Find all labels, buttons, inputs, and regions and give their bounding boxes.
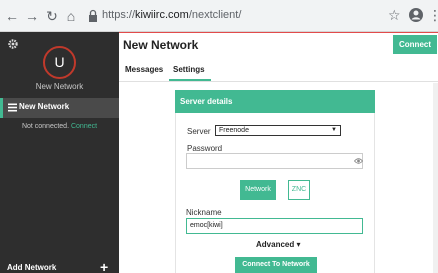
- sidebar: U New Network New Network Not connected.…: [0, 32, 119, 273]
- add-network-button[interactable]: Add Network +: [0, 259, 119, 273]
- eye-icon[interactable]: [354, 157, 363, 165]
- avatar[interactable]: U: [43, 46, 76, 79]
- nickname-field[interactable]: emoc[kiwi]: [186, 218, 363, 234]
- password-label: Password: [187, 144, 223, 153]
- url-scheme: https://: [102, 9, 136, 21]
- network-tab-button[interactable]: Network: [240, 180, 276, 200]
- add-network-label: Add Network: [7, 263, 57, 272]
- connect-link[interactable]: Connect: [71, 123, 97, 130]
- bookmark-star-icon[interactable]: ☆: [388, 7, 401, 23]
- tab-bar: Messages Settings: [119, 56, 438, 82]
- sidebar-item-new-network[interactable]: New Network: [0, 98, 119, 118]
- kebab-menu-icon[interactable]: ⋮: [428, 7, 438, 23]
- server-select-value: Freenode: [219, 127, 249, 134]
- server-select[interactable]: Freenode ▼: [215, 125, 341, 136]
- page-title: New Network: [123, 38, 199, 52]
- password-field[interactable]: [186, 153, 363, 169]
- active-tab-indicator: [169, 79, 211, 81]
- address-bar[interactable]: https://kiwiirc.com/nextclient/: [84, 5, 400, 27]
- url-path: /nextclient/: [188, 9, 242, 21]
- plus-icon[interactable]: +: [100, 259, 108, 273]
- scrollbar[interactable]: [433, 83, 438, 273]
- connect-to-network-button[interactable]: Connect To Network: [235, 257, 317, 273]
- znc-tab-button[interactable]: ZNC: [288, 180, 310, 200]
- forward-icon[interactable]: →: [24, 8, 40, 24]
- url-host: kiwiirc.com: [135, 9, 189, 21]
- gear-icon[interactable]: [7, 38, 19, 50]
- sidebar-item-label: New Network: [19, 102, 70, 111]
- tab-messages[interactable]: Messages: [125, 65, 163, 74]
- status-text: Not connected.: [21, 123, 70, 130]
- panel-title: Server details: [180, 97, 233, 106]
- url-text: https://kiwiirc.com/nextclient/: [102, 9, 241, 21]
- back-icon[interactable]: ←: [4, 8, 20, 24]
- header: New Network Connect: [119, 33, 438, 56]
- advanced-toggle[interactable]: Advanced ▾: [256, 240, 300, 249]
- reload-icon[interactable]: ↻: [44, 8, 60, 24]
- home-icon[interactable]: ⌂: [63, 8, 79, 24]
- connect-button[interactable]: Connect: [393, 35, 437, 54]
- nickname-label: Nickname: [186, 208, 222, 217]
- tab-settings[interactable]: Settings: [173, 65, 205, 74]
- network-status: Not connected. Connect: [0, 123, 119, 130]
- list-icon: [8, 103, 17, 112]
- server-details-header: Server details: [175, 90, 375, 113]
- browser-toolbar: ← → ↻ ⌂ https://kiwiirc.com/nextclient/ …: [0, 0, 438, 32]
- account-icon[interactable]: [408, 7, 424, 23]
- network-name: New Network: [35, 82, 84, 91]
- dropdown-arrow-icon: ▼: [331, 127, 337, 133]
- lock-icon: [89, 9, 97, 22]
- server-label: Server: [187, 127, 211, 136]
